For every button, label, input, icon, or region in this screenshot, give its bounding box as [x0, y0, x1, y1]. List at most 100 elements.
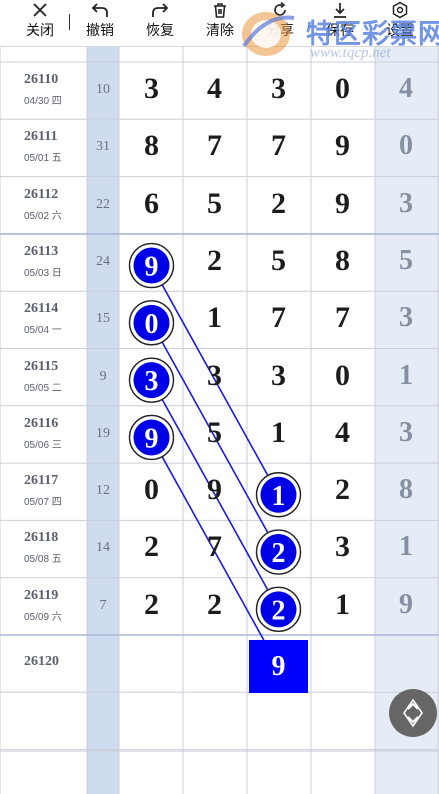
draw-digit[interactable]: 5 — [247, 244, 310, 278]
tail-value: 3 — [399, 302, 413, 334]
issue-number: 26118 — [24, 530, 59, 546]
clear-label: 清除 — [206, 22, 234, 38]
trend-chart: 9039122 — [0, 46, 439, 794]
scroll-toggle-button[interactable] — [389, 689, 437, 737]
sum-value: 31 — [96, 139, 110, 155]
predicted-number-cell[interactable]: 9 — [249, 640, 308, 693]
draw-digit[interactable]: 7 — [247, 301, 310, 335]
issue-number: 26119 — [24, 587, 59, 603]
highlight-ball[interactable]: 9 — [128, 242, 175, 289]
trash-icon — [202, 1, 238, 21]
clear-button[interactable]: 清除 — [202, 0, 238, 46]
toolbar-separator — [69, 14, 70, 30]
issue-date: 05/09 六 — [24, 611, 62, 623]
highlight-ball[interactable]: 2 — [255, 586, 302, 633]
draw-digit[interactable]: 9 — [311, 129, 374, 163]
draw-digit[interactable]: 1 — [311, 588, 374, 622]
tail-value: 5 — [399, 244, 413, 276]
draw-digit[interactable]: 4 — [183, 72, 246, 106]
draw-digit[interactable]: 2 — [120, 588, 183, 622]
issue-number: 26113 — [24, 243, 59, 259]
draw-digit[interactable]: 7 — [247, 129, 310, 163]
sum-value: 10 — [96, 82, 110, 97]
close-icon — [22, 1, 58, 21]
draw-digit[interactable]: 2 — [120, 530, 183, 564]
draw-digit[interactable]: 0 — [311, 359, 374, 393]
sum-value: 19 — [96, 425, 110, 441]
draw-digit[interactable]: 7 — [311, 301, 374, 335]
sum-value: 14 — [96, 540, 110, 556]
draw-digit[interactable]: 1 — [183, 301, 246, 335]
draw-digit[interactable]: 4 — [311, 416, 374, 450]
close-label: 关闭 — [26, 22, 54, 38]
watermark: 特区彩票网 www.tqcp.net — [236, 6, 439, 66]
draw-digit[interactable]: 3 — [183, 359, 246, 393]
ball-value: 2 — [272, 538, 286, 569]
tail-value: 1 — [399, 359, 413, 391]
draw-digit[interactable]: 5 — [183, 416, 246, 450]
issue-date: 05/08 五 — [24, 554, 62, 566]
draw-digit[interactable]: 8 — [120, 129, 183, 163]
chevron-up-down-icon — [403, 698, 423, 728]
highlight-ball[interactable]: 1 — [255, 472, 302, 518]
ball-value: 1 — [272, 481, 286, 512]
tail-value: 8 — [399, 474, 413, 506]
ball-value: 2 — [272, 595, 286, 626]
issue-date: 05/05 二 — [24, 382, 62, 394]
draw-digit[interactable]: 3 — [247, 359, 310, 393]
draw-digit[interactable]: 7 — [183, 129, 246, 163]
draw-digit[interactable]: 0 — [311, 72, 374, 106]
draw-digit[interactable]: 8 — [311, 244, 374, 278]
ball-value: 9 — [145, 423, 159, 454]
draw-digit[interactable]: 3 — [120, 72, 183, 106]
draw-digit[interactable]: 9 — [311, 187, 374, 221]
tail-value: 1 — [399, 531, 413, 563]
issue-date: 05/07 四 — [24, 497, 62, 509]
sum-value: 24 — [96, 253, 110, 269]
issue-number: 26110 — [24, 72, 59, 87]
draw-digit[interactable]: 3 — [311, 530, 374, 564]
draw-digit[interactable]: 5 — [183, 187, 246, 221]
draw-digit[interactable]: 2 — [183, 588, 246, 622]
highlight-ball[interactable]: 0 — [128, 300, 175, 346]
issue-number: 26111 — [24, 129, 58, 145]
redo-label: 恢复 — [146, 22, 174, 38]
draw-digit[interactable]: 1 — [247, 416, 310, 450]
issue-date: 05/04 一 — [24, 325, 62, 337]
draw-digit[interactable]: 2 — [183, 244, 246, 278]
draw-digit[interactable]: 2 — [311, 473, 374, 507]
highlight-ball[interactable]: 3 — [128, 357, 175, 403]
sum-column-bg — [87, 46, 119, 794]
sum-value: 22 — [96, 196, 110, 212]
highlight-ball[interactable]: 9 — [128, 414, 175, 461]
undo-label: 撤销 — [86, 22, 114, 38]
tail-value: 9 — [399, 588, 413, 620]
issue-number: 26112 — [24, 186, 59, 202]
undo-icon — [82, 1, 118, 21]
undo-button[interactable]: 撤销 — [82, 0, 118, 46]
sum-value: 15 — [96, 311, 110, 327]
draw-digit[interactable]: 0 — [120, 473, 183, 507]
close-button[interactable]: 关闭 — [22, 0, 58, 46]
issue-date: 04/30 四 — [24, 96, 62, 107]
sum-value: 9 — [99, 368, 107, 384]
draw-digit[interactable]: 9 — [183, 473, 246, 507]
redo-button[interactable]: 恢复 — [142, 0, 178, 46]
tail-value: 0 — [399, 130, 413, 162]
issue-date: 05/02 六 — [24, 210, 62, 222]
highlight-ball[interactable]: 2 — [255, 529, 302, 575]
tail-value: 3 — [399, 416, 413, 448]
watermark-logo-icon — [242, 12, 295, 56]
redo-icon — [142, 1, 178, 21]
issue-number: 26117 — [24, 473, 59, 489]
issue-number: 26116 — [24, 415, 59, 431]
draw-digit[interactable]: 3 — [247, 72, 310, 106]
draw-digit[interactable]: 2 — [247, 187, 310, 221]
draw-digit[interactable]: 6 — [120, 187, 183, 221]
issue-date: 05/03 日 — [24, 267, 62, 279]
ball-value: 3 — [145, 366, 159, 397]
issue-date: 05/01 五 — [24, 153, 62, 165]
draw-digit[interactable]: 7 — [183, 530, 246, 564]
tail-value: 4 — [399, 73, 413, 104]
issue-number: 26115 — [24, 358, 59, 374]
